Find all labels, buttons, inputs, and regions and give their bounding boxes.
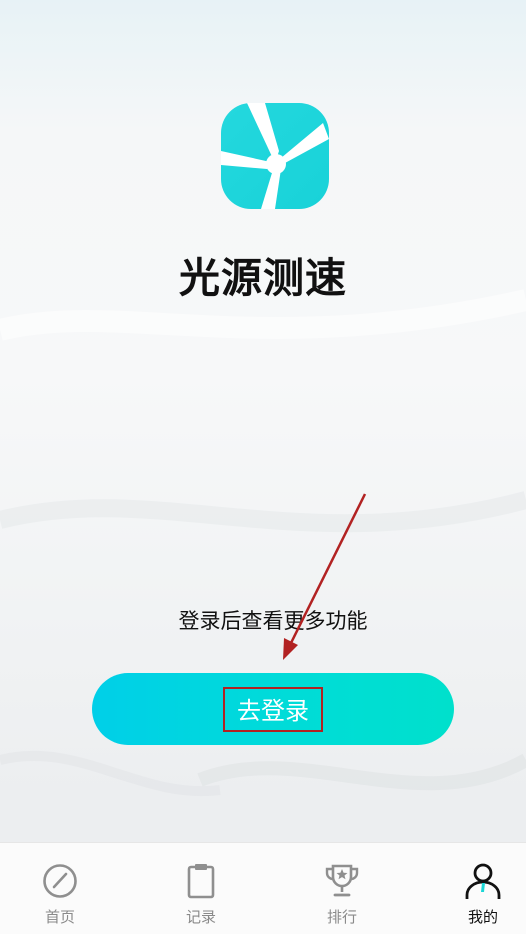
trophy-icon bbox=[325, 864, 359, 897]
bottom-tab-bar: 首页 记录 排行 我的 bbox=[0, 842, 526, 934]
tab-ranking-label: 排行 bbox=[326, 908, 357, 926]
speedometer-icon bbox=[43, 864, 77, 898]
person-icon bbox=[465, 863, 501, 899]
tab-home-label: 首页 bbox=[44, 908, 75, 926]
app-name: 光源测速 bbox=[179, 254, 347, 302]
clipboard-icon bbox=[187, 864, 215, 899]
login-button[interactable]: 去登录 bbox=[92, 673, 454, 745]
tab-profile[interactable]: 我的 bbox=[438, 843, 526, 934]
tab-ranking[interactable]: 排行 bbox=[297, 843, 387, 934]
tab-records-label: 记录 bbox=[185, 908, 216, 926]
tab-records[interactable]: 记录 bbox=[156, 843, 246, 934]
login-prompt: 登录后查看更多功能 bbox=[178, 609, 368, 633]
tab-profile-label: 我的 bbox=[467, 908, 498, 926]
tab-home[interactable]: 首页 bbox=[15, 843, 105, 934]
app-logo bbox=[221, 103, 329, 209]
login-button-label: 去登录 bbox=[223, 686, 323, 732]
